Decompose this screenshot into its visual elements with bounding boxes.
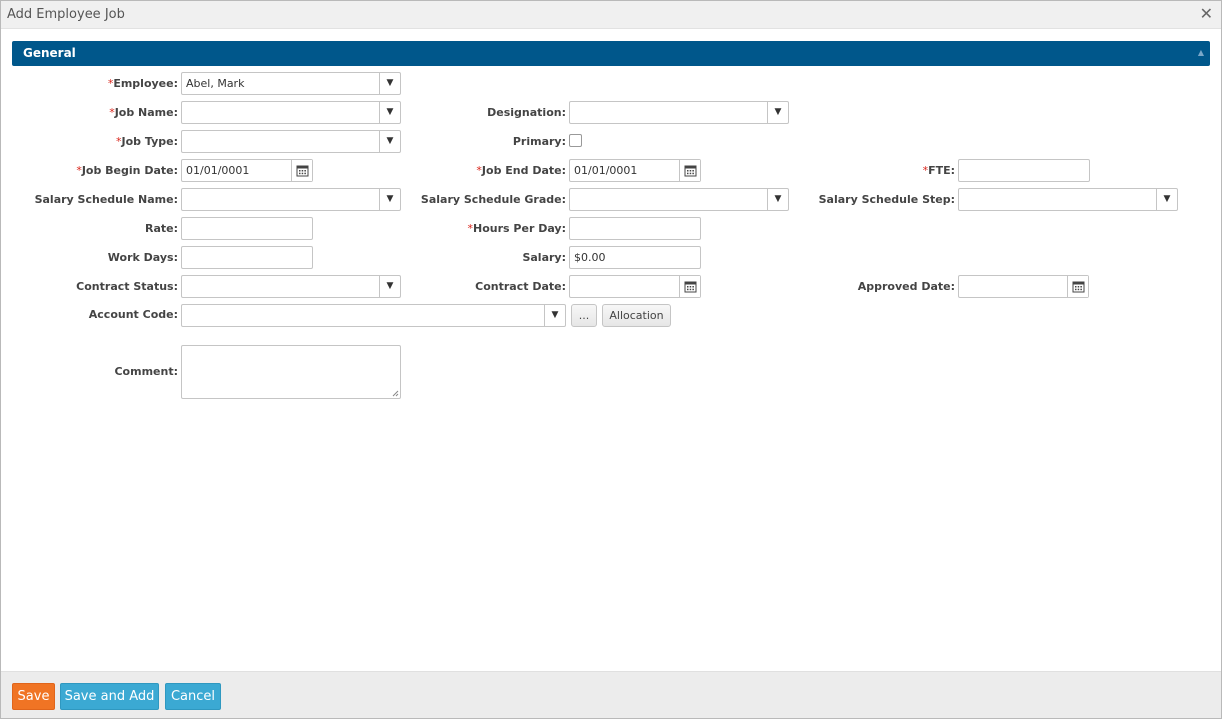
rate-input[interactable] [181,217,313,240]
account-code-lookup-button[interactable]: ... [571,304,597,327]
job-begin-date-label: *Job Begin Date: [76,164,178,177]
dialog-titlebar: Add Employee Job ✕ [1,1,1221,29]
work-days-label: Work Days: [107,251,178,264]
chevron-down-icon[interactable]: ▼ [767,189,788,210]
employee-label: *Employee: [107,77,178,90]
close-icon[interactable]: ✕ [1200,5,1213,23]
resize-handle-icon[interactable] [392,390,399,397]
salary-schedule-grade-label: Salary Schedule Grade: [420,193,566,206]
save-and-add-button[interactable]: Save and Add [60,683,159,710]
approved-date-label: Approved Date: [857,280,955,293]
contract-status-label: Contract Status: [76,280,178,293]
salary-schedule-step-select[interactable]: ▼ [958,188,1178,211]
job-begin-date-value: 01/01/0001 [186,164,250,177]
job-name-select[interactable]: ▼ [181,101,401,124]
job-end-date-picker[interactable]: 01/01/0001 [569,159,701,182]
job-end-date-label: *Job End Date: [476,164,566,177]
chevron-down-icon[interactable]: ▼ [379,73,400,94]
fte-label: *FTE: [922,164,955,177]
calendar-icon[interactable] [291,160,312,181]
collapse-up-icon[interactable]: ▲ [1198,48,1204,57]
salary-schedule-grade-select[interactable]: ▼ [569,188,789,211]
job-begin-date-picker[interactable]: 01/01/0001 [181,159,313,182]
calendar-icon[interactable] [1067,276,1088,297]
employee-select[interactable]: Abel, Mark ▼ [181,72,401,95]
job-type-label: *Job Type: [116,135,178,148]
general-section-header[interactable]: General ▲ [12,41,1210,66]
allocation-button[interactable]: Allocation [602,304,671,327]
salary-label: Salary: [522,251,566,264]
salary-schedule-name-select[interactable]: ▼ [181,188,401,211]
primary-checkbox[interactable] [569,134,582,147]
chevron-down-icon[interactable]: ▼ [1156,189,1177,210]
approved-date-picker[interactable] [958,275,1089,298]
salary-schedule-step-label: Salary Schedule Step: [818,193,955,206]
employee-value: Abel, Mark [186,77,245,90]
chevron-down-icon[interactable]: ▼ [379,189,400,210]
comment-textarea[interactable] [181,345,401,399]
salary-input[interactable]: $0.00 [569,246,701,269]
cancel-button[interactable]: Cancel [165,683,221,710]
account-code-label: Account Code: [88,308,178,321]
dialog-title: Add Employee Job [7,7,125,22]
chevron-down-icon[interactable]: ▼ [379,102,400,123]
contract-status-select[interactable]: ▼ [181,275,401,298]
fte-input[interactable] [958,159,1090,182]
calendar-icon[interactable] [679,276,700,297]
contract-date-label: Contract Date: [475,280,566,293]
calendar-icon[interactable] [679,160,700,181]
comment-label: Comment: [114,365,178,378]
job-type-select[interactable]: ▼ [181,130,401,153]
job-end-date-value: 01/01/0001 [574,164,638,177]
primary-label: Primary: [512,135,566,148]
hours-per-day-label: *Hours Per Day: [467,222,566,235]
work-days-input[interactable] [181,246,313,269]
chevron-down-icon[interactable]: ▼ [379,276,400,297]
save-button[interactable]: Save [12,683,55,710]
hours-per-day-input[interactable] [569,217,701,240]
designation-label: Designation: [487,106,566,119]
chevron-down-icon[interactable]: ▼ [379,131,400,152]
dialog-footer: Save Save and Add Cancel [1,671,1221,718]
account-code-select[interactable]: ▼ [181,304,566,327]
add-employee-job-dialog: Add Employee Job ✕ General ▲ *Employee: … [0,0,1222,719]
section-title: General [23,46,76,60]
rate-label: Rate: [144,222,178,235]
chevron-down-icon[interactable]: ▼ [767,102,788,123]
designation-select[interactable]: ▼ [569,101,789,124]
contract-date-picker[interactable] [569,275,701,298]
job-name-label: *Job Name: [109,106,178,119]
salary-schedule-name-label: Salary Schedule Name: [34,193,178,206]
chevron-down-icon[interactable]: ▼ [544,305,565,326]
